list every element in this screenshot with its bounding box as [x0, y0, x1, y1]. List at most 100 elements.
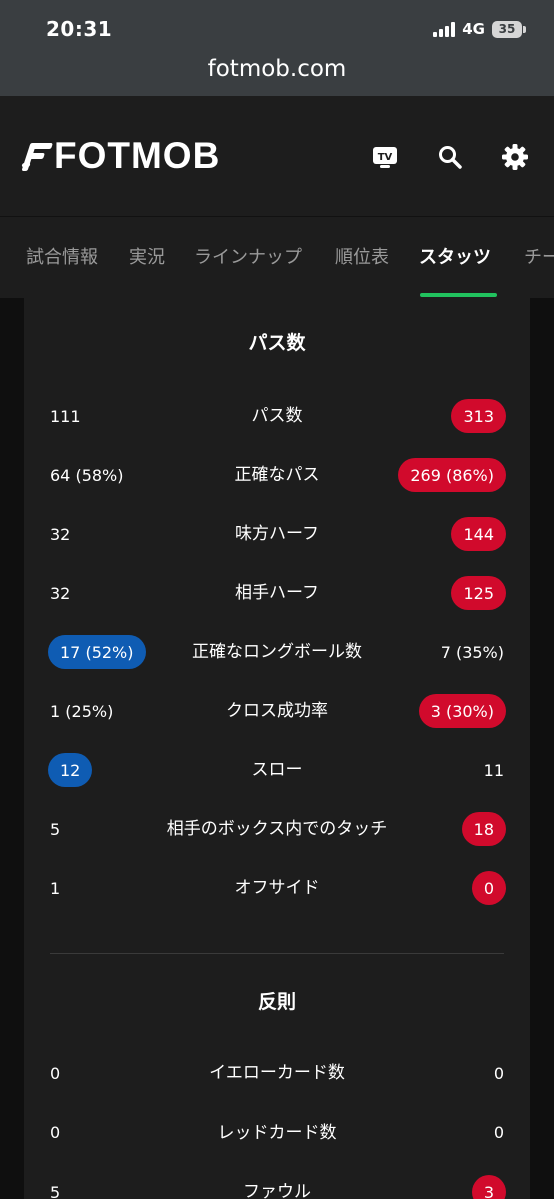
away-value-text: 125: [451, 576, 506, 610]
stat-label: 相手ハーフ: [235, 583, 319, 603]
battery-icon: 35: [492, 20, 526, 38]
home-value-text: 1: [50, 878, 61, 898]
stat-away-value: 125: [451, 576, 506, 610]
browser-url[interactable]: fotmob.com: [0, 56, 554, 82]
home-value-text: 12: [48, 753, 93, 787]
stat-row: 0 イエローカード数 0: [24, 1056, 530, 1106]
status-indicators: 4G 35: [433, 20, 526, 38]
stat-home-value: 0: [50, 1116, 60, 1150]
stat-row: 5 相手のボックス内でのタッチ 18: [24, 812, 530, 862]
stat-row: 1 オフサイド 0: [24, 871, 530, 921]
home-value-text: 32: [50, 524, 71, 544]
stat-row: 64 (58%) 正確なパス 269 (86%): [24, 458, 530, 508]
stat-label: クロス成功率: [226, 701, 328, 721]
home-value-text: 111: [50, 406, 81, 426]
stat-label: スロー: [251, 760, 303, 780]
logo-text: FOTMOB: [54, 135, 221, 176]
status-time: 20:31: [46, 17, 113, 41]
stat-away-value: 18: [461, 812, 506, 846]
stat-label: 味方ハーフ: [235, 524, 319, 544]
stat-label: パス数: [251, 406, 303, 426]
home-value-text: 64 (58%): [50, 465, 124, 485]
away-value-text: 3: [471, 1175, 506, 1199]
stat-home-value: 0: [50, 1056, 60, 1090]
home-value-text: 0: [50, 1063, 61, 1083]
stat-label: レッドカード数: [217, 1122, 337, 1143]
stat-home-value: 1 (25%): [50, 694, 113, 728]
network-type: 4G: [462, 20, 485, 38]
stat-home-value: 5: [50, 812, 60, 846]
stat-home-value: 32: [50, 517, 70, 551]
svg-text:TV: TV: [378, 152, 393, 163]
stat-away-value: 144: [451, 517, 506, 551]
away-value-text: 7 (35%): [440, 642, 504, 662]
away-value-text: 0: [493, 1063, 504, 1083]
stat-row: 111 パス数 313: [24, 399, 530, 449]
away-value-text: 144: [451, 517, 506, 551]
tv-icon[interactable]: TV: [368, 140, 402, 174]
stat-away-value: 313: [451, 399, 506, 433]
stat-label: オフサイド: [234, 878, 320, 898]
stat-away-value: 3 (30%): [418, 694, 506, 728]
tab-match-info[interactable]: 試合情報: [26, 243, 98, 269]
stat-row: 5 ファウル 3: [24, 1175, 530, 1199]
stat-label: 正確なロングボール数: [192, 642, 362, 662]
stat-label: 相手のボックス内でのタッチ: [166, 819, 388, 839]
away-value-text: 11: [483, 760, 504, 780]
home-value-text: 17 (52%): [48, 635, 146, 669]
stat-row: 17 (52%) 正確なロングボール数 7 (35%): [24, 635, 530, 685]
away-value-text: 269 (86%): [398, 458, 506, 492]
signal-icon: [433, 21, 456, 37]
active-tab-indicator: [420, 293, 497, 297]
away-value-text: 18: [461, 812, 506, 846]
stat-label: ファウル: [243, 1182, 311, 1199]
status-bar: 20:31 4G 35 fotmob.com: [0, 0, 554, 96]
stat-away-value: 0: [494, 1116, 504, 1150]
away-value-text: 3 (30%): [418, 694, 506, 728]
tab-standings[interactable]: 順位表: [335, 243, 389, 269]
section-divider: [50, 953, 504, 954]
home-value-text: 1 (25%): [50, 701, 114, 721]
stat-row: 32 味方ハーフ 144: [24, 517, 530, 567]
stat-home-value: 111: [50, 399, 81, 433]
stat-home-value: 12: [48, 753, 93, 787]
search-icon[interactable]: [433, 140, 467, 174]
stat-away-value: 0: [471, 871, 506, 905]
stat-away-value: 3: [471, 1175, 506, 1199]
stat-home-value: 17 (52%): [48, 635, 146, 669]
tab-commentary[interactable]: 実況: [129, 243, 165, 269]
settings-gear-icon[interactable]: [498, 140, 532, 174]
stat-away-value: 7 (35%): [441, 635, 504, 669]
stat-away-value: 11: [484, 753, 504, 787]
logo-mark-icon: [21, 139, 53, 173]
tab-team[interactable]: チー: [524, 243, 554, 269]
home-value-text: 32: [50, 583, 71, 603]
stat-home-value: 64 (58%): [50, 458, 124, 492]
tab-stats[interactable]: スタッツ: [419, 243, 491, 269]
stat-row: 32 相手ハーフ 125: [24, 576, 530, 626]
section-title-fouls: 反則: [257, 991, 296, 1013]
stat-home-value: 5: [50, 1175, 60, 1199]
fotmob-logo[interactable]: FOTMOB: [21, 135, 221, 177]
stat-row: 1 (25%) クロス成功率 3 (30%): [24, 694, 530, 744]
home-value-text: 5: [50, 1182, 61, 1199]
stat-label: イエローカード数: [209, 1063, 345, 1083]
app-header: FOTMOB TV: [0, 96, 554, 216]
stat-row: 0 レッドカード数 0: [24, 1116, 530, 1166]
home-value-text: 0: [50, 1123, 61, 1142]
stat-home-value: 32: [50, 576, 70, 610]
stat-label: 正確なパス: [234, 465, 320, 485]
section-title-passes: パス数: [248, 332, 306, 354]
home-value-text: 5: [50, 819, 61, 839]
tab-lineup[interactable]: ラインナップ: [194, 243, 302, 269]
stat-away-value: 0: [494, 1056, 504, 1090]
stat-away-value: 269 (86%): [398, 458, 506, 492]
away-value-text: 313: [451, 399, 506, 433]
match-tabs: 試合情報 実況 ラインナップ 順位表 スタッツ チー: [0, 216, 554, 298]
away-value-text: 0: [493, 1123, 504, 1142]
page-gutter: [0, 298, 24, 1199]
stats-card: パス数 111 パス数 313 64 (58%) 正確なパス 269 (86%) 32 味方ハ…: [24, 298, 530, 1199]
stat-row: 12 スロー 11: [24, 753, 530, 803]
stat-home-value: 1: [50, 871, 60, 905]
away-value-text: 0: [471, 871, 506, 905]
